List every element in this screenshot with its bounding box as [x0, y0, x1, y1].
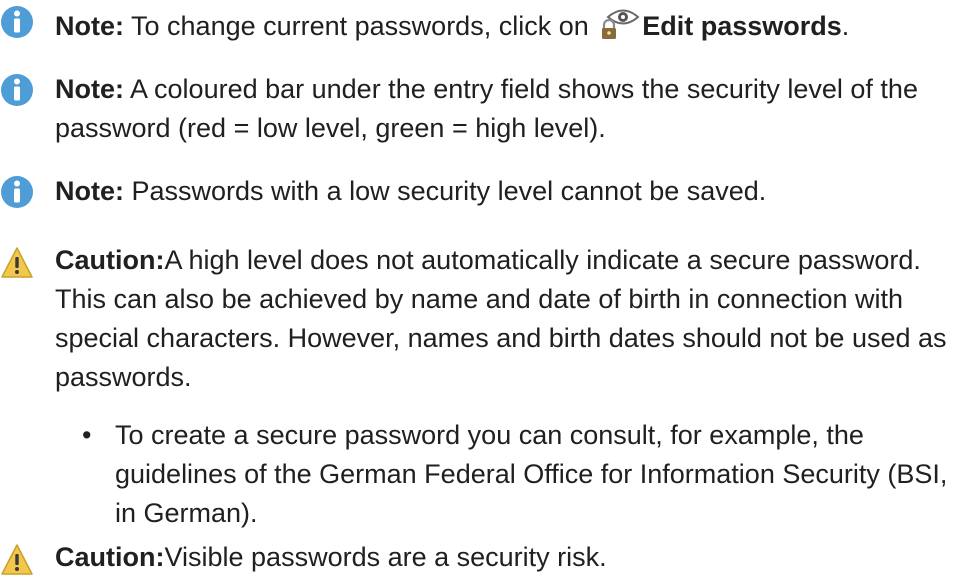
caution-label: Caution: — [55, 542, 165, 572]
info-icon — [1, 176, 33, 208]
note-text: Note: To change current passwords, click… — [55, 5, 949, 46]
caution-text: Caution:Visible passwords are a security… — [55, 538, 949, 577]
info-icon — [1, 74, 33, 106]
warning-icon — [1, 544, 33, 575]
caution-body: A high level does not automatically indi… — [55, 245, 947, 392]
caution-text: Caution:A high level does not automatica… — [55, 241, 949, 397]
note-label: Note: — [55, 176, 124, 206]
caution-label: Caution: — [55, 245, 165, 275]
bullet-marker: • — [82, 420, 92, 450]
note-body: Passwords with a low security level cann… — [124, 176, 767, 206]
note-body: A coloured bar under the entry field sho… — [55, 74, 918, 143]
note-label: Note: — [55, 74, 124, 104]
caution-body: Visible passwords are a security risk. — [164, 542, 607, 572]
bullet-text: To create a secure password you can cons… — [115, 420, 948, 528]
warning-icon — [1, 247, 33, 278]
note-label: Note: — [55, 11, 124, 41]
edit-passwords-icon[interactable] — [600, 5, 640, 41]
note-text: Note: A coloured bar under the entry fie… — [55, 70, 949, 148]
edit-passwords-link[interactable]: Edit passwords — [642, 11, 842, 41]
note-body-after: . — [841, 11, 850, 41]
note-text: Note: Passwords with a low security leve… — [55, 172, 949, 211]
note-body-before: To change current passwords, click on — [124, 11, 597, 41]
info-icon — [1, 6, 33, 38]
